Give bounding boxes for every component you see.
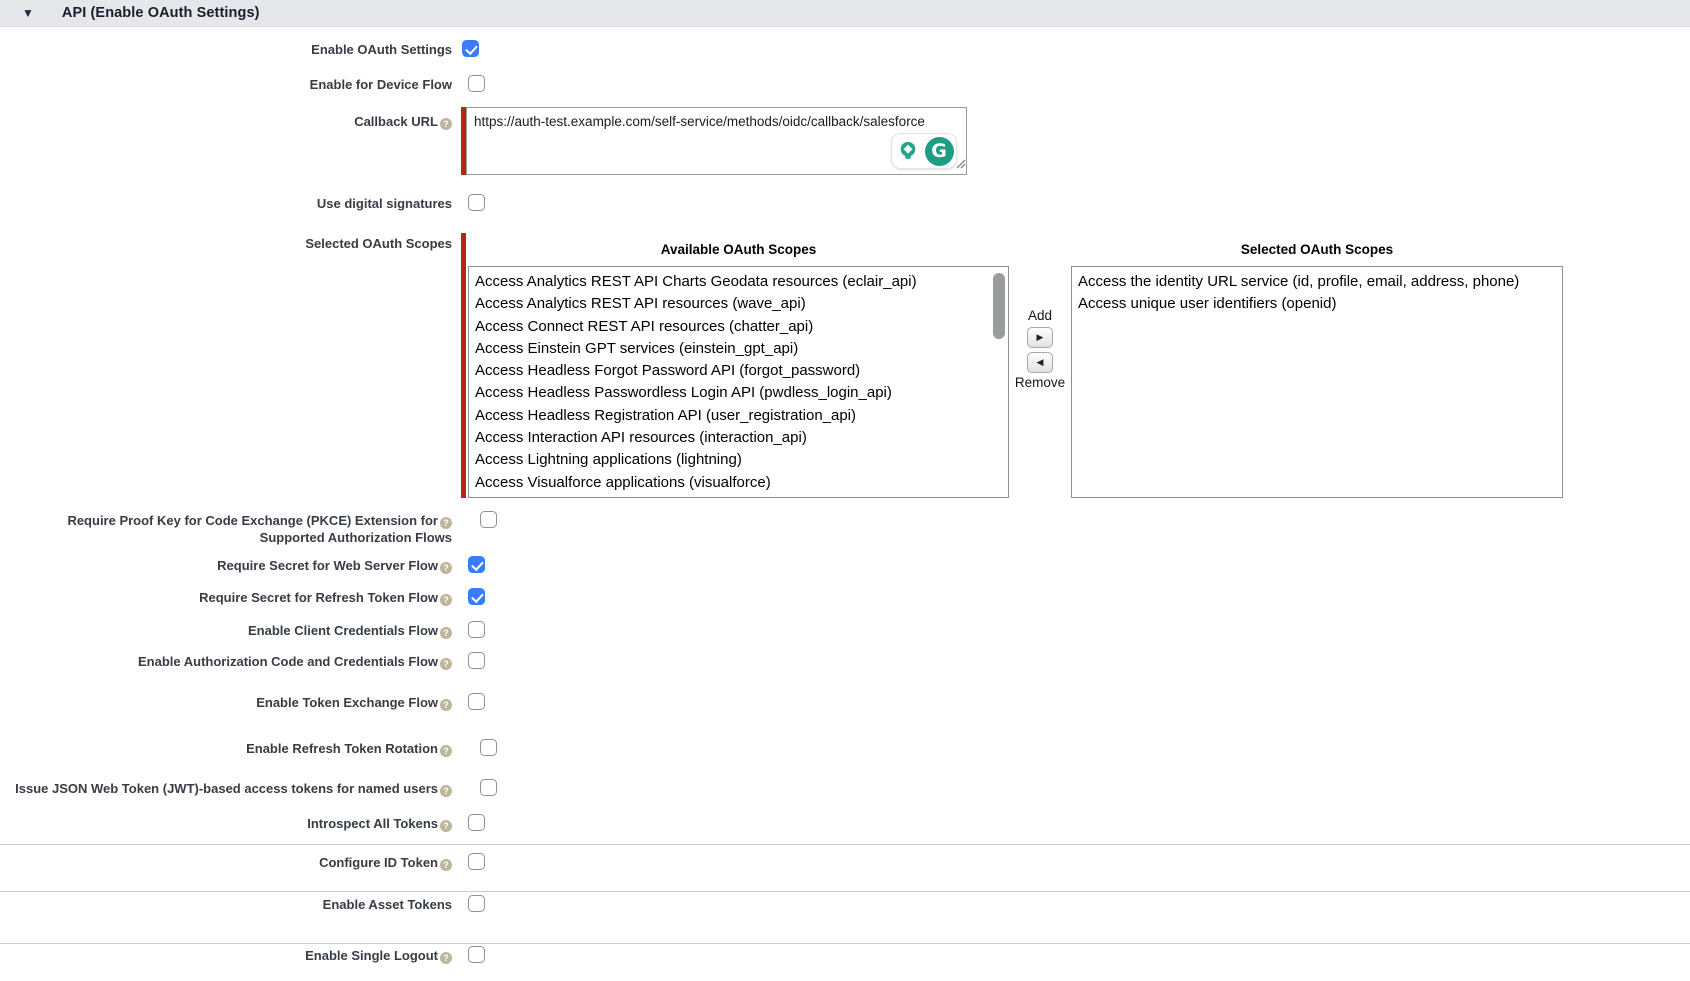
- browser-extension-badges: G: [891, 133, 957, 169]
- row-pkce: Require Proof Key for Code Exchange (PKC…: [0, 511, 1690, 546]
- digital-signatures-label: Use digital signatures: [0, 194, 452, 212]
- available-scopes-column: Available OAuth Scopes Access Analytics …: [468, 233, 1009, 498]
- row-oauth-scopes: Selected OAuth Scopes Available OAuth Sc…: [0, 233, 1690, 498]
- help-icon[interactable]: ?: [440, 658, 452, 670]
- refresh-rotation-checkbox[interactable]: [480, 739, 497, 756]
- help-icon[interactable]: ?: [440, 699, 452, 711]
- row-auth-code-credentials: Enable Authorization Code and Credential…: [0, 652, 1690, 670]
- help-icon[interactable]: ?: [440, 859, 452, 871]
- single-logout-checkbox[interactable]: [468, 946, 485, 963]
- collapse-section-icon[interactable]: ▼: [22, 7, 34, 19]
- section-divider: [0, 891, 1690, 892]
- secret-web-server-label: Require Secret for Web Server Flow?: [0, 556, 452, 574]
- row-asset-tokens: Enable Asset Tokens: [0, 895, 1690, 913]
- pkce-checkbox[interactable]: [480, 511, 497, 528]
- selected-scopes-header: Selected OAuth Scopes: [1071, 242, 1563, 257]
- scope-option[interactable]: Access the identity URL service (id, pro…: [1072, 271, 1562, 293]
- help-icon[interactable]: ?: [440, 745, 452, 757]
- asset-tokens-label: Enable Asset Tokens: [0, 895, 452, 913]
- textarea-resize-handle[interactable]: [955, 156, 966, 174]
- pkce-label: Require Proof Key for Code Exchange (PKC…: [0, 511, 452, 546]
- row-single-logout: Enable Single Logout?: [0, 946, 1690, 964]
- callback-url-label: Callback URL?: [0, 107, 452, 130]
- section-header: ▼ API (Enable OAuth Settings): [0, 0, 1690, 27]
- selected-scopes-column: Selected OAuth Scopes Access the identit…: [1071, 233, 1563, 498]
- client-credentials-checkbox[interactable]: [468, 621, 485, 638]
- right-arrow-icon: ▶: [1037, 332, 1044, 343]
- scope-option[interactable]: Access Headless Forgot Password API (for…: [469, 360, 1008, 382]
- scope-option[interactable]: Access Visualforce applications (visualf…: [469, 472, 1008, 494]
- row-secret-web-server: Require Secret for Web Server Flow?: [0, 556, 1690, 574]
- grammarly-icon[interactable]: G: [925, 137, 954, 166]
- auth-code-credentials-label: Enable Authorization Code and Credential…: [0, 652, 452, 670]
- scope-option[interactable]: Access unique user identifiers (openid): [1072, 293, 1562, 315]
- add-label: Add: [1028, 308, 1052, 323]
- row-token-exchange: Enable Token Exchange Flow?: [0, 693, 1690, 711]
- jwt-access-tokens-checkbox[interactable]: [480, 779, 497, 796]
- help-icon[interactable]: ?: [440, 820, 452, 832]
- secret-refresh-token-checkbox[interactable]: [468, 588, 485, 605]
- introspect-all-checkbox[interactable]: [468, 814, 485, 831]
- scope-option[interactable]: Access Lightning applications (lightning…: [469, 449, 1008, 471]
- left-arrow-icon: ◀: [1037, 357, 1044, 368]
- help-icon[interactable]: ?: [440, 785, 452, 797]
- section-title: API (Enable OAuth Settings): [62, 5, 260, 21]
- row-device-flow: Enable for Device Flow: [0, 75, 1690, 93]
- suggestion-lightbulb-icon[interactable]: [895, 138, 922, 165]
- section-divider: [0, 943, 1690, 944]
- single-logout-label: Enable Single Logout?: [0, 946, 452, 964]
- scope-option[interactable]: Access Interaction API resources (intera…: [469, 427, 1008, 449]
- row-enable-oauth: Enable OAuth Settings: [0, 40, 1690, 58]
- scope-option[interactable]: Access Analytics REST API Charts Geodata…: [469, 271, 1008, 293]
- scope-option[interactable]: Access Headless Registration API (user_r…: [469, 405, 1008, 427]
- token-exchange-checkbox[interactable]: [468, 693, 485, 710]
- help-icon[interactable]: ?: [440, 562, 452, 574]
- selected-scopes-listbox[interactable]: Access the identity URL service (id, pro…: [1071, 266, 1563, 498]
- section-divider: [0, 844, 1690, 845]
- scope-option[interactable]: Access Einstein GPT services (einstein_g…: [469, 338, 1008, 360]
- digital-signatures-checkbox[interactable]: [468, 194, 485, 211]
- available-scopes-listbox[interactable]: Access Analytics REST API Charts Geodata…: [468, 266, 1009, 498]
- add-remove-column: Add ▶ ◀ Remove: [1009, 233, 1071, 498]
- device-flow-checkbox[interactable]: [468, 75, 485, 92]
- configure-id-token-checkbox[interactable]: [468, 853, 485, 870]
- add-scope-button[interactable]: ▶: [1027, 327, 1053, 348]
- device-flow-label: Enable for Device Flow: [0, 75, 452, 93]
- enable-oauth-label: Enable OAuth Settings: [0, 40, 452, 58]
- remove-scope-button[interactable]: ◀: [1027, 352, 1053, 373]
- row-secret-refresh-token: Require Secret for Refresh Token Flow?: [0, 588, 1690, 606]
- refresh-rotation-label: Enable Refresh Token Rotation?: [0, 739, 452, 757]
- available-scopes-header: Available OAuth Scopes: [468, 242, 1009, 257]
- help-icon[interactable]: ?: [440, 118, 452, 130]
- remove-label: Remove: [1015, 375, 1065, 390]
- required-field-bar: [461, 233, 466, 498]
- secret-refresh-token-label: Require Secret for Refresh Token Flow?: [0, 588, 452, 606]
- row-introspect-all: Introspect All Tokens?: [0, 814, 1690, 832]
- row-jwt-access-tokens: Issue JSON Web Token (JWT)-based access …: [0, 779, 1690, 797]
- asset-tokens-checkbox[interactable]: [468, 895, 485, 912]
- help-icon[interactable]: ?: [440, 594, 452, 606]
- client-credentials-label: Enable Client Credentials Flow?: [0, 621, 452, 639]
- help-icon[interactable]: ?: [440, 627, 452, 639]
- help-icon[interactable]: ?: [440, 952, 452, 964]
- row-refresh-rotation: Enable Refresh Token Rotation?: [0, 739, 1690, 757]
- introspect-all-label: Introspect All Tokens?: [0, 814, 452, 832]
- scope-option[interactable]: Access Headless Passwordless Login API (…: [469, 382, 1008, 404]
- scope-option[interactable]: Access Analytics REST API resources (wav…: [469, 293, 1008, 315]
- secret-web-server-checkbox[interactable]: [468, 556, 485, 573]
- row-digital-signatures: Use digital signatures: [0, 194, 1690, 212]
- enable-oauth-checkbox[interactable]: [462, 40, 479, 57]
- row-configure-id-token: Configure ID Token?: [0, 853, 1690, 871]
- token-exchange-label: Enable Token Exchange Flow?: [0, 693, 452, 711]
- help-icon[interactable]: ?: [440, 517, 452, 529]
- jwt-access-tokens-label: Issue JSON Web Token (JWT)-based access …: [0, 779, 452, 797]
- row-client-credentials: Enable Client Credentials Flow?: [0, 621, 1690, 639]
- row-callback-url: Callback URL? https://auth-test.example.…: [0, 107, 1690, 175]
- listbox-scrollbar-thumb[interactable]: [993, 273, 1005, 339]
- oauth-scopes-label: Selected OAuth Scopes: [0, 233, 452, 252]
- configure-id-token-label: Configure ID Token?: [0, 853, 452, 871]
- scope-option[interactable]: Access Connect REST API resources (chatt…: [469, 316, 1008, 338]
- auth-code-credentials-checkbox[interactable]: [468, 652, 485, 669]
